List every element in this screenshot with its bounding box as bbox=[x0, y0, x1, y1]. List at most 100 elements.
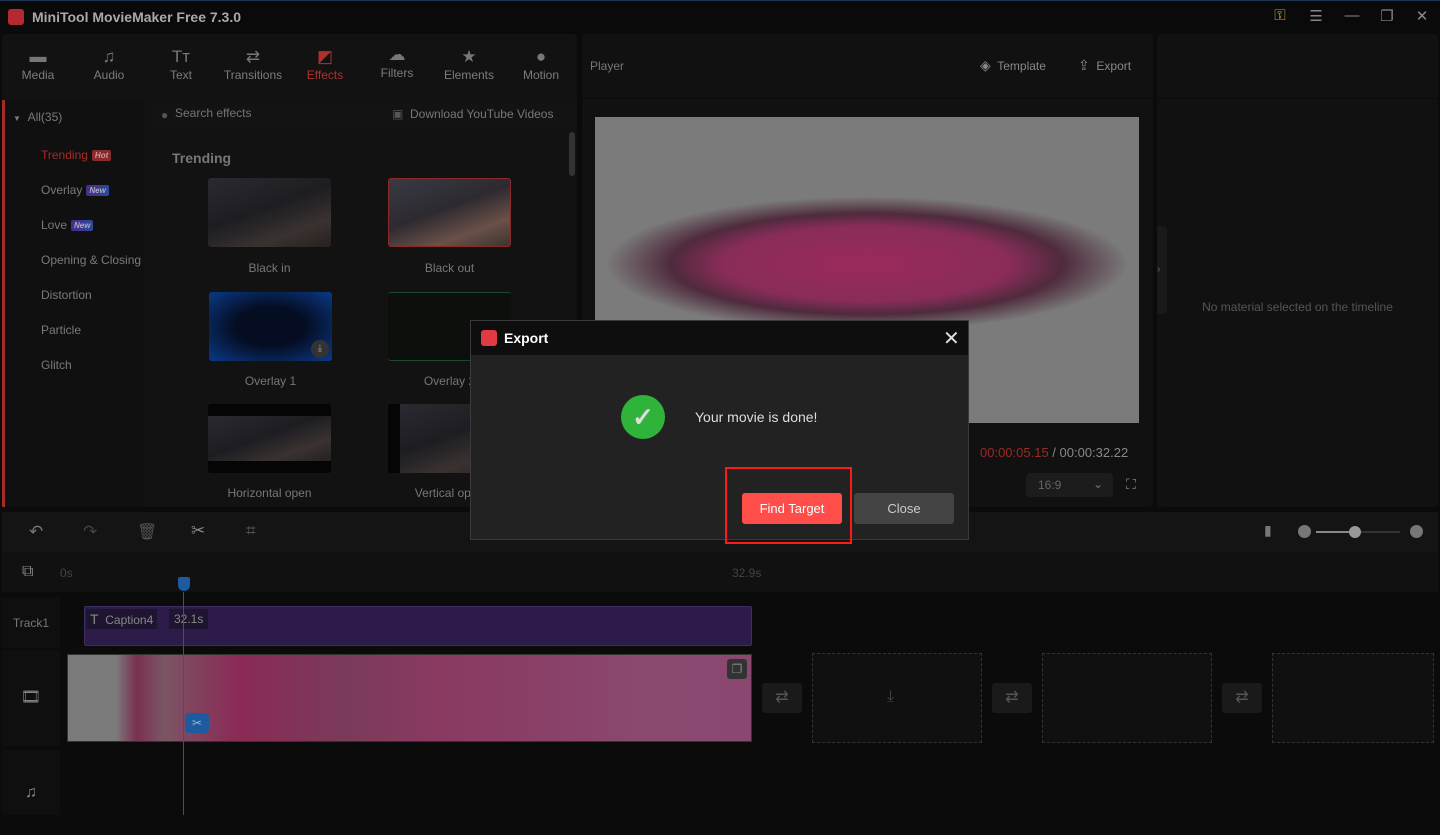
tab-label: Effects bbox=[306, 68, 344, 82]
split-icon[interactable]: ✂ bbox=[191, 521, 205, 541]
category-opening-closing[interactable]: Opening & Closing bbox=[41, 253, 144, 267]
playhead-line bbox=[183, 592, 184, 815]
video-clip[interactable]: ❐ ✂ bbox=[67, 654, 752, 742]
current-time: 00:00:05.15 bbox=[980, 445, 1049, 460]
music-icon: ♫ bbox=[102, 47, 116, 66]
time-separator: / bbox=[1048, 445, 1060, 460]
zoom-out-icon[interactable] bbox=[1298, 525, 1311, 538]
dialog-header: Export ✕ bbox=[471, 321, 968, 355]
menu-icon[interactable]: ☰ bbox=[1306, 7, 1326, 25]
dialog-title: Export bbox=[504, 330, 549, 346]
ruler-end: 32.9s bbox=[732, 566, 762, 580]
crop-icon[interactable]: ⌗ bbox=[246, 521, 256, 541]
import-icon: ⤓ bbox=[887, 688, 895, 705]
download-icon[interactable]: ⤓ bbox=[311, 340, 329, 358]
aspect-value: 16:9 bbox=[1038, 478, 1062, 492]
category-label: Distortion bbox=[41, 288, 92, 302]
category-all[interactable]: ▼ All(35) bbox=[13, 110, 62, 124]
minimize-icon[interactable]: — bbox=[1342, 7, 1362, 24]
folder-icon: ▬ bbox=[29, 47, 47, 66]
timeline-ruler: ⧉ 0s 32.9s bbox=[2, 552, 1438, 592]
empty-clip-slot[interactable] bbox=[1042, 653, 1212, 743]
download-youtube-link[interactable]: ▣ Download YouTube Videos bbox=[392, 107, 553, 121]
tab-filters[interactable]: ☁ Filters bbox=[361, 44, 433, 80]
audio-track-icon: ♫ bbox=[2, 750, 60, 815]
transition-slot-icon[interactable]: ⇄ bbox=[992, 683, 1032, 713]
tab-elements[interactable]: ★ Elements bbox=[433, 46, 505, 82]
aspect-ratio-select[interactable]: 16:9 ⌄ bbox=[1026, 473, 1113, 497]
category-particle[interactable]: Particle bbox=[41, 323, 81, 337]
zoom-in-icon[interactable] bbox=[1410, 525, 1423, 538]
search-input[interactable] bbox=[175, 106, 355, 120]
tab-effects[interactable]: ◩ Effects bbox=[289, 46, 361, 82]
find-target-button[interactable]: Find Target bbox=[742, 493, 842, 524]
effect-thumbnail-selected[interactable] bbox=[388, 178, 511, 247]
export-button[interactable]: ⇪ Export bbox=[1078, 57, 1131, 74]
effect-label: Overlay 1 bbox=[244, 374, 297, 388]
total-time: 00:00:32.22 bbox=[1059, 445, 1129, 460]
empty-clip-slot[interactable] bbox=[1272, 653, 1434, 743]
restore-icon[interactable]: ❐ bbox=[1377, 7, 1397, 25]
close-icon[interactable]: ✕ bbox=[1412, 7, 1432, 25]
tab-label: Elements bbox=[443, 68, 495, 82]
category-glitch[interactable]: Glitch bbox=[41, 358, 72, 372]
download-label: Download YouTube Videos bbox=[410, 107, 554, 121]
caption-clip[interactable]: T Caption4 32.1s bbox=[84, 606, 752, 646]
category-overlay[interactable]: Overlay New bbox=[41, 183, 109, 197]
scrollbar[interactable] bbox=[569, 132, 575, 176]
key-icon[interactable]: ⚿ bbox=[1270, 7, 1290, 24]
category-distortion[interactable]: Distortion bbox=[41, 288, 92, 302]
app-logo bbox=[8, 9, 24, 25]
category-love[interactable]: Love New bbox=[41, 218, 94, 232]
divider bbox=[1157, 98, 1438, 99]
time-display: 00:00:05.15 / 00:00:32.22 bbox=[980, 445, 1128, 460]
transitions-icon: ⇄ bbox=[245, 47, 261, 66]
empty-clip-slot[interactable]: ⤓ bbox=[812, 653, 982, 743]
playhead-handle[interactable] bbox=[178, 577, 190, 591]
fit-icon[interactable]: ▮ bbox=[1264, 522, 1272, 539]
clip-copy-icon[interactable]: ❐ bbox=[727, 659, 747, 679]
youtube-icon: ▣ bbox=[392, 107, 404, 121]
zoom-slider-thumb[interactable] bbox=[1349, 526, 1361, 538]
transition-slot-icon[interactable]: ⇄ bbox=[1222, 683, 1262, 713]
dialog-message: Your movie is done! bbox=[695, 409, 818, 425]
section-title: Trending bbox=[172, 150, 232, 166]
tab-label: Motion bbox=[522, 68, 560, 82]
undo-icon[interactable]: ↶ bbox=[29, 522, 43, 542]
effect-label: Black out bbox=[424, 261, 475, 275]
delete-icon[interactable]: 🗑 bbox=[137, 522, 157, 542]
video-track-icon: 🎞 bbox=[2, 650, 60, 746]
tab-transitions[interactable]: ⇄ Transitions bbox=[217, 46, 289, 82]
close-button[interactable]: Close bbox=[854, 493, 954, 524]
split-marker-icon[interactable]: ✂ bbox=[185, 713, 209, 733]
template-label: Template bbox=[997, 59, 1046, 73]
category-label: Particle bbox=[41, 323, 82, 337]
category-list: ▼ All(35) Trending Hot Overlay New Love New… bbox=[2, 100, 144, 507]
category-label: Glitch bbox=[41, 358, 72, 372]
effect-thumbnail[interactable] bbox=[208, 178, 331, 247]
transition-slot-icon[interactable]: ⇄ bbox=[762, 683, 802, 713]
tab-label: Media bbox=[21, 68, 55, 82]
empty-message: No material selected on the timeline bbox=[1202, 300, 1393, 314]
effect-thumbnail[interactable]: ⤓ bbox=[209, 292, 332, 361]
template-button[interactable]: ◈ Template bbox=[980, 57, 1046, 74]
category-label: Trending bbox=[41, 148, 88, 162]
fullscreen-icon[interactable]: ⛶ bbox=[1126, 476, 1136, 493]
effect-label: Black in bbox=[248, 261, 291, 275]
effect-thumbnail[interactable] bbox=[208, 404, 331, 473]
category-all-label: All(35) bbox=[27, 110, 63, 124]
effect-label: Horizontal open bbox=[227, 486, 312, 500]
track1-label: Track1 bbox=[2, 598, 60, 648]
add-track-icon[interactable]: ⧉ bbox=[22, 563, 33, 581]
tab-text[interactable]: Tт Text bbox=[145, 46, 217, 82]
search-icon: ● bbox=[161, 108, 169, 122]
text-icon: T bbox=[90, 611, 99, 627]
close-icon[interactable]: ✕ bbox=[943, 326, 960, 351]
tab-audio[interactable]: ♫ Audio bbox=[73, 46, 145, 82]
upload-icon: ⇪ bbox=[1078, 57, 1090, 73]
redo-icon[interactable]: ↷ bbox=[83, 522, 97, 542]
zoom-slider[interactable] bbox=[1316, 526, 1400, 538]
category-trending[interactable]: Trending Hot bbox=[41, 148, 112, 162]
tab-motion[interactable]: ● Motion bbox=[505, 46, 577, 82]
tab-media[interactable]: ▬ Media bbox=[2, 46, 74, 82]
